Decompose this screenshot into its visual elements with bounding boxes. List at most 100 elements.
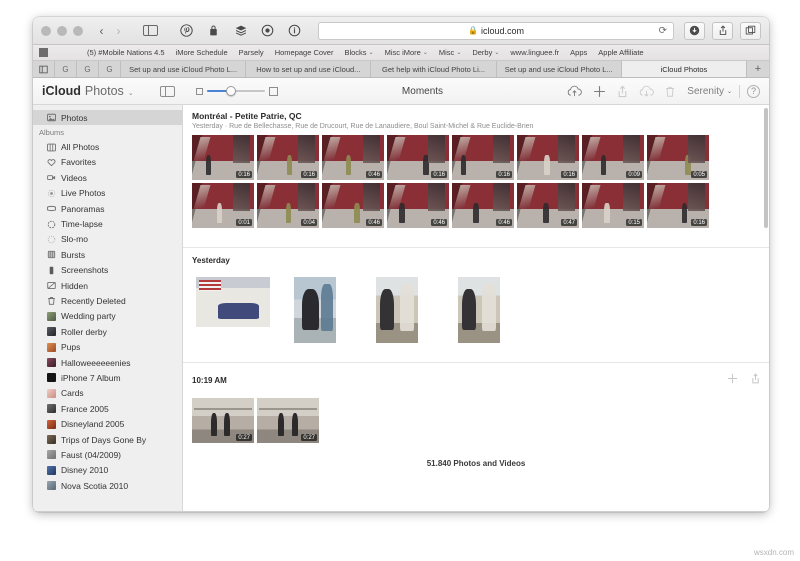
tab-favicon-google-2[interactable]: G	[77, 61, 99, 77]
sidebar-item-france-2005[interactable]: France 2005	[33, 401, 182, 416]
video-thumbnail[interactable]: 0:27	[257, 398, 319, 443]
sidebar-item-photos[interactable]: Photos	[33, 110, 182, 125]
video-thumbnail[interactable]: 0:46	[452, 183, 514, 228]
video-thumbnail[interactable]: 0:46	[322, 183, 384, 228]
sidebar-item-slo-mo[interactable]: Slo-mo	[33, 232, 182, 247]
thumbnail-size-slider[interactable]	[196, 87, 278, 96]
sidebar-item-wedding-party[interactable]: Wedding party	[33, 309, 182, 324]
bookmark-linguee[interactable]: www.linguee.fr	[510, 48, 559, 57]
sidebar-item-iphone-7-album[interactable]: iPhone 7 Album	[33, 370, 182, 385]
app-brand[interactable]: iCloud Photos ⌄	[42, 84, 134, 98]
sidebar-item-cards[interactable]: Cards	[33, 386, 182, 401]
sidebar-item-disney-2010[interactable]: Disney 2010	[33, 463, 182, 478]
minimize-button[interactable]	[57, 26, 67, 36]
sidebar-item-live-photos[interactable]: Live Photos	[33, 186, 182, 201]
bookmark-derby[interactable]: Derby⌄	[472, 48, 499, 57]
info-icon[interactable]	[285, 22, 304, 39]
video-thumbnail[interactable]: 0:09	[582, 135, 644, 180]
video-thumbnail[interactable]: 0:16	[647, 183, 709, 228]
sidebar-toggle-button[interactable]	[137, 22, 163, 39]
sidebar-item-halloweeeeeenies[interactable]: Halloweeeeeenies	[33, 355, 182, 370]
tabs-icon[interactable]	[740, 22, 761, 40]
add-icon[interactable]	[593, 85, 606, 98]
video-thumbnail[interactable]: 0:05	[647, 135, 709, 180]
sidebar-item-faust-04-2009[interactable]: Faust (04/2009)	[33, 447, 182, 462]
sidebar-item-nova-scotia-2010[interactable]: Nova Scotia 2010	[33, 478, 182, 493]
address-bar[interactable]: 🔒 icloud.com ⟳	[318, 22, 674, 40]
target-icon[interactable]	[258, 22, 277, 39]
bookmark-imore-schedule[interactable]: iMore Schedule	[176, 48, 228, 57]
tab-how-to-setup-icloud[interactable]: How to set up and use iCloud...	[246, 61, 371, 77]
video-thumbnail[interactable]: 0:46	[387, 183, 449, 228]
video-thumbnail[interactable]: 0:15	[582, 183, 644, 228]
reload-button[interactable]: ⟳	[659, 25, 667, 36]
back-button[interactable]: ‹	[93, 22, 110, 39]
zoom-button[interactable]	[73, 26, 83, 36]
bookmark-apps[interactable]: Apps	[570, 48, 587, 57]
photo-thumbnail[interactable]	[458, 277, 500, 343]
bookmark-parsely[interactable]: Parsely	[239, 48, 264, 57]
downloads-icon[interactable]	[684, 22, 705, 40]
panel-toggle-button[interactable]	[160, 86, 175, 97]
bookmark-apple-affiliate[interactable]: Apple Affiliate	[598, 48, 643, 57]
close-button[interactable]	[41, 26, 51, 36]
delete-icon[interactable]	[665, 85, 675, 98]
sidebar-item-disneyland-2005[interactable]: Disneyland 2005	[33, 416, 182, 431]
content-scrollbar[interactable]	[764, 108, 768, 228]
help-button[interactable]: ?	[747, 85, 760, 98]
sidebar-item-videos[interactable]: Videos	[33, 170, 182, 185]
share-icon[interactable]	[712, 22, 733, 40]
slider-track[interactable]	[207, 90, 265, 92]
tab-icloud-photos[interactable]: iCloud Photos	[622, 61, 747, 77]
video-thumbnail[interactable]: 0:16	[517, 135, 579, 180]
download-icon[interactable]	[639, 85, 654, 98]
upload-icon[interactable]	[567, 85, 582, 98]
tab-favicon-reader[interactable]	[33, 61, 55, 77]
sidebar-item-favorites[interactable]: Favorites	[33, 155, 182, 170]
layers-icon[interactable]	[231, 22, 250, 39]
forward-button[interactable]: ›	[110, 22, 127, 39]
share-icon[interactable]	[751, 371, 760, 389]
tab-favicon-google-3[interactable]: G	[99, 61, 121, 77]
video-thumbnail[interactable]: 0:16	[257, 135, 319, 180]
sidebar-item-bursts[interactable]: Bursts	[33, 247, 182, 262]
sidebar-item-roller-derby[interactable]: Roller derby	[33, 324, 182, 339]
video-thumbnail[interactable]: 0:16	[387, 135, 449, 180]
slider-knob[interactable]	[226, 86, 236, 96]
add-icon[interactable]	[727, 371, 738, 389]
new-tab-button[interactable]: +	[747, 61, 769, 77]
bookmarks-grid-icon[interactable]	[39, 48, 48, 57]
share-icon[interactable]	[617, 85, 628, 98]
photos-content[interactable]: Montréal - Petite Patrie, QC Yesterday ·…	[183, 105, 769, 511]
tab-setup-icloud-photo-1[interactable]: Set up and use iCloud Photo L...	[121, 61, 246, 77]
bookmark-misc-imore[interactable]: Misc iMore⌄	[385, 48, 428, 57]
sidebar-item-all-photos[interactable]: All Photos	[33, 139, 182, 154]
sidebar-item-pups[interactable]: Pups	[33, 339, 182, 354]
tab-get-help-icloud-photo[interactable]: Get help with iCloud Photo Li...	[371, 61, 496, 77]
tab-favicon-google-1[interactable]: G	[55, 61, 77, 77]
video-thumbnail[interactable]: 0:46	[322, 135, 384, 180]
video-thumbnail[interactable]: 0:16	[192, 135, 254, 180]
photo-thumbnail[interactable]	[196, 277, 270, 327]
bookmark-misc[interactable]: Misc⌄	[439, 48, 461, 57]
sidebar-item-trips-of-days-gone-by[interactable]: Trips of Days Gone By	[33, 432, 182, 447]
sidebar-item-panoramas[interactable]: Panoramas	[33, 201, 182, 216]
bookmark-homepage-cover[interactable]: Homepage Cover	[275, 48, 334, 57]
bookmark-blocks[interactable]: Blocks⌄	[344, 48, 373, 57]
account-menu[interactable]: Serenity ⌄	[687, 86, 732, 97]
video-thumbnail[interactable]: 0:47	[517, 183, 579, 228]
video-thumbnail[interactable]: 0:16	[452, 135, 514, 180]
video-thumbnail[interactable]: 0:27	[192, 398, 254, 443]
sidebar-item-hidden[interactable]: Hidden	[33, 278, 182, 293]
sidebar-item-recently-deleted[interactable]: Recently Deleted	[33, 293, 182, 308]
sidebar-item-screenshots[interactable]: Screenshots	[33, 263, 182, 278]
photo-thumbnail[interactable]	[376, 277, 418, 343]
sidebar-item-time-lapse[interactable]: Time-lapse	[33, 216, 182, 231]
pinterest-icon[interactable]	[177, 22, 196, 39]
video-thumbnail[interactable]: 0:04	[257, 183, 319, 228]
video-thumbnail[interactable]: 0:01	[192, 183, 254, 228]
photo-thumbnail[interactable]	[294, 277, 336, 343]
tab-setup-icloud-photo-2[interactable]: Set up and use iCloud Photo L...	[497, 61, 622, 77]
bookmark-mobile-nations[interactable]: (5) #Mobile Nations 4.5	[87, 48, 165, 57]
lock-icon[interactable]	[204, 22, 223, 39]
